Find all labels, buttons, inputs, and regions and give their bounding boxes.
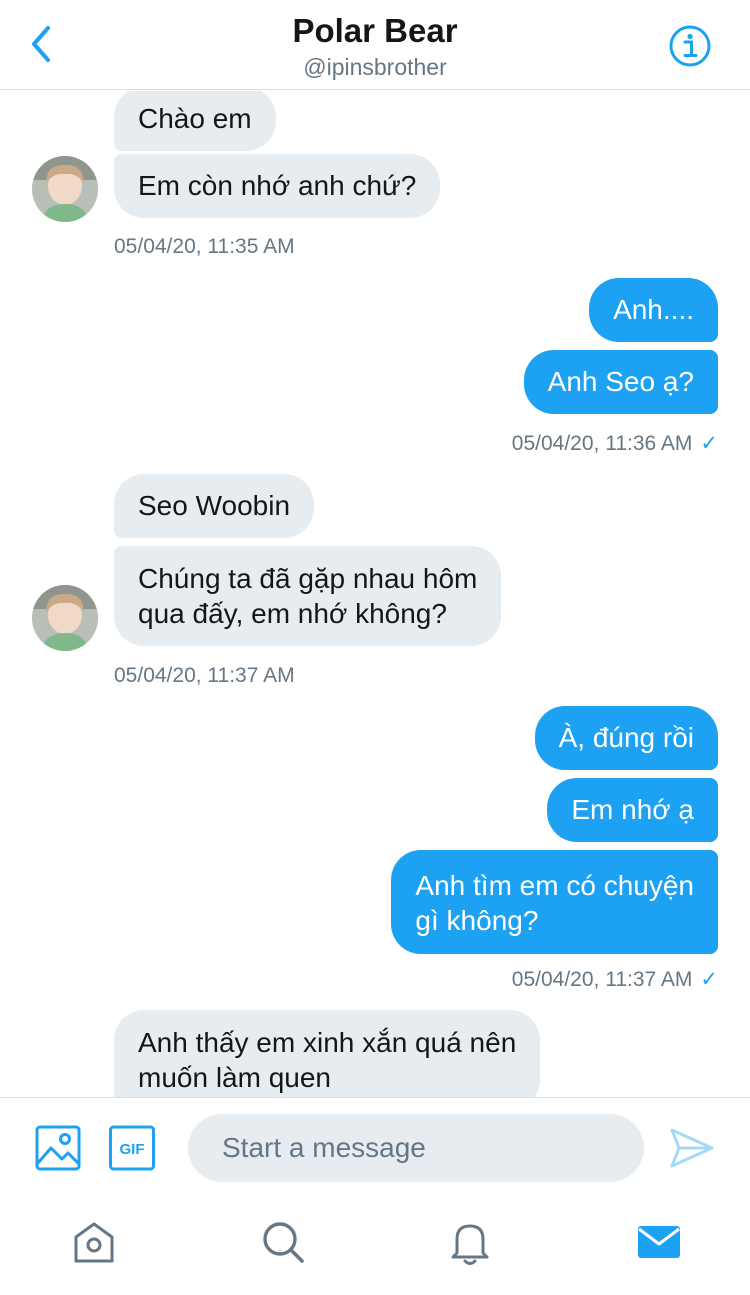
- gif-label: GIF: [120, 1141, 145, 1158]
- tab-messages[interactable]: [632, 1215, 686, 1269]
- message-text: gì không?: [415, 905, 539, 936]
- send-icon: [670, 1128, 714, 1168]
- incoming-message[interactable]: Chào em: [114, 91, 276, 151]
- conversation-title[interactable]: Polar Bear: [0, 12, 750, 50]
- message-text: Anh Seo ạ?: [547, 366, 694, 397]
- message-text: Seo Woobin: [138, 490, 291, 521]
- outgoing-message[interactable]: Em nhớ ạ: [547, 778, 718, 842]
- tab-search[interactable]: [256, 1215, 310, 1269]
- message-timestamp: 05/04/20, 11:36 AM ✓: [512, 431, 718, 456]
- avatar[interactable]: [32, 585, 98, 651]
- message-text: À, đúng rồi: [558, 722, 694, 753]
- message-timestamp: 05/04/20, 11:37 AM ✓: [512, 967, 718, 992]
- message-thread[interactable]: Chào em Em còn nhớ anh chứ? 05/04/20, 11…: [0, 91, 750, 1097]
- avatar-photo: [32, 156, 98, 222]
- message-text: Anh tìm em có chuyện: [415, 870, 694, 901]
- info-button[interactable]: [668, 24, 712, 68]
- message-text: Chào em: [138, 103, 252, 134]
- outgoing-message[interactable]: Anh tìm em có chuyện gì không?: [391, 850, 718, 954]
- send-button[interactable]: [666, 1122, 718, 1174]
- outgoing-message[interactable]: Anh Seo ạ?: [523, 350, 718, 414]
- read-check-icon: ✓: [700, 432, 718, 455]
- message-timestamp: 05/04/20, 11:35 AM: [114, 235, 295, 258]
- incoming-message[interactable]: Chúng ta đã gặp nhau hôm qua đấy, em nhớ…: [114, 546, 502, 646]
- tab-notifications[interactable]: [443, 1215, 497, 1269]
- message-text: Anh....: [613, 294, 694, 325]
- incoming-message[interactable]: Anh thấy em xinh xắn quá nên muốn làm qu…: [114, 1010, 541, 1097]
- conversation-header: Polar Bear @ipinsbrother: [0, 0, 750, 90]
- tab-home[interactable]: [67, 1215, 121, 1269]
- bottom-tab-bar: [0, 1197, 750, 1295]
- timestamp-text: 05/04/20, 11:36 AM: [511, 432, 693, 455]
- info-icon: [669, 25, 711, 67]
- message-text: qua đấy, em nhớ không?: [138, 598, 447, 629]
- timestamp-text: 05/04/20, 11:37 AM: [511, 968, 693, 991]
- notifications-bell-icon: [451, 1224, 489, 1265]
- message-text: muốn làm quen: [138, 1062, 332, 1093]
- avatar-photo: [32, 585, 98, 651]
- message-input[interactable]: [188, 1114, 644, 1182]
- gif-icon: GIF: [109, 1125, 155, 1171]
- search-icon: [263, 1222, 304, 1263]
- add-gif-button[interactable]: GIF: [108, 1124, 156, 1172]
- message-timestamp: 05/04/20, 11:37 AM: [114, 664, 295, 687]
- image-icon: [35, 1125, 81, 1171]
- incoming-message[interactable]: Em còn nhớ anh chứ?: [114, 154, 441, 218]
- outgoing-message[interactable]: Anh....: [589, 278, 718, 342]
- message-text: Chúng ta đã gặp nhau hôm: [138, 563, 478, 594]
- outgoing-message[interactable]: À, đúng rồi: [534, 706, 718, 770]
- messages-envelope-icon: [638, 1226, 680, 1258]
- message-text: Em nhớ ạ: [571, 794, 694, 825]
- conversation-handle: @ipinsbrother: [303, 54, 447, 80]
- message-text: Em còn nhớ anh chứ?: [138, 170, 417, 201]
- add-photo-button[interactable]: [34, 1124, 82, 1172]
- message-composer: GIF: [0, 1097, 750, 1197]
- message-text: Anh thấy em xinh xắn quá nên: [138, 1027, 517, 1058]
- read-check-icon: ✓: [700, 968, 718, 991]
- home-icon: [74, 1222, 114, 1263]
- incoming-message[interactable]: Seo Woobin: [114, 474, 315, 538]
- avatar[interactable]: [32, 156, 98, 222]
